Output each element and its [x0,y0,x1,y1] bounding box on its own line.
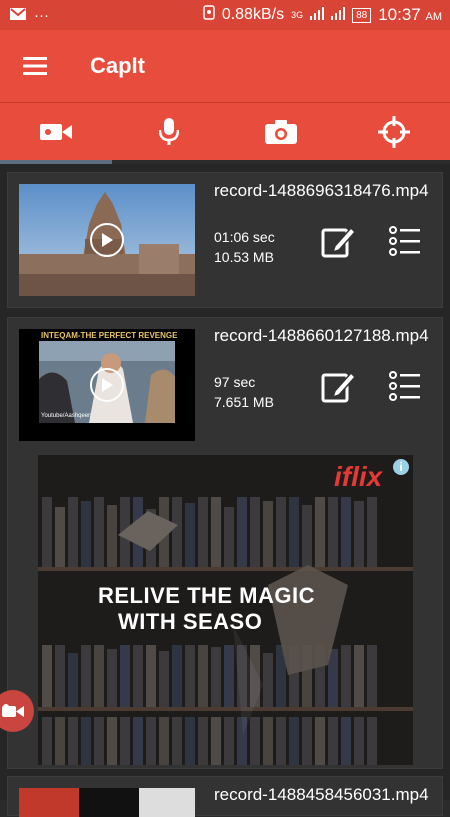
edit-icon [321,369,355,403]
app-bar: CapIt [0,30,450,102]
clock-ampm: AM [426,11,443,23]
play-icon [100,377,114,393]
video-camera-icon [2,703,24,719]
thumbnail-credit: Youtube/Aashqeen [41,413,92,419]
edit-button[interactable] [320,223,356,259]
play-button[interactable] [90,368,124,402]
ad-headline-line2: WITH SEASO [98,609,315,635]
edit-button[interactable] [320,368,356,404]
app-title: CapIt [90,53,145,79]
play-button[interactable] [90,223,124,257]
recording-size: 10.53 MB [214,247,275,267]
options-button[interactable] [386,368,422,404]
recording-duration: 01:06 sec [214,227,275,247]
list-options-icon [388,225,420,257]
signal-icon-2 [331,6,345,24]
hamburger-icon [23,57,47,75]
battery-icon: 88 [352,8,371,23]
options-button[interactable] [386,223,422,259]
video-thumbnail[interactable] [19,184,195,296]
camera-icon [265,120,297,144]
gmail-icon [10,7,26,24]
clock: 10:37 AM [378,5,442,25]
clock-time: 10:37 [378,5,421,24]
recording-size: 7.651 MB [214,392,274,412]
net-speed: 0.88kB/s [222,6,284,24]
video-camera-icon [40,122,72,142]
net-type: 3G [291,10,303,20]
tab-bar [0,102,450,160]
ad-headline: RELIVE THE MAGIC WITH SEASO [98,583,315,635]
ad-info-icon[interactable]: i [393,459,409,475]
tab-screenshot[interactable] [225,103,338,160]
ad-headline-line1: RELIVE THE MAGIC [98,583,315,609]
recording-duration: 97 sec [214,372,274,392]
crosshair-icon [378,116,410,148]
recording-meta: 97 sec 7.651 MB [214,372,274,412]
video-thumbnail[interactable]: INTEQAM-THE PERFECT REVENGE Youtube/Aash… [19,329,195,441]
recording-card[interactable]: record-1488696318476.mp4 01:06 sec 10.53… [7,172,443,308]
battery-level: 88 [356,10,367,21]
recording-card[interactable]: record-1488458456031.mp4 [7,776,443,816]
recording-filename: record-1488696318476.mp4 [214,181,429,201]
edit-icon [321,224,355,258]
tab-audio[interactable] [113,103,226,160]
tab-capture-area[interactable] [338,103,450,160]
microphone-icon [159,118,179,146]
list-options-icon [388,370,420,402]
thumbnail-caption: INTEQAM-THE PERFECT REVENGE [41,331,177,340]
play-icon [100,232,114,248]
menu-button[interactable] [0,30,70,102]
ad-banner[interactable]: iflix i RELIVE THE MAGIC WITH SEASO [38,455,413,765]
recording-filename: record-1488660127188.mp4 [214,326,429,346]
recording-meta: 01:06 sec 10.53 MB [214,227,275,267]
tab-video[interactable] [0,103,113,160]
recording-filename: record-1488458456031.mp4 [214,785,429,805]
location-icon [203,5,215,25]
status-bar: ··· 0.88kB/s 3G 88 10:37 AM [0,0,450,30]
more-notifications: ··· [34,7,49,24]
signal-icon [310,6,324,24]
video-thumbnail[interactable] [19,788,195,817]
iflix-logo: iflix [334,461,382,493]
